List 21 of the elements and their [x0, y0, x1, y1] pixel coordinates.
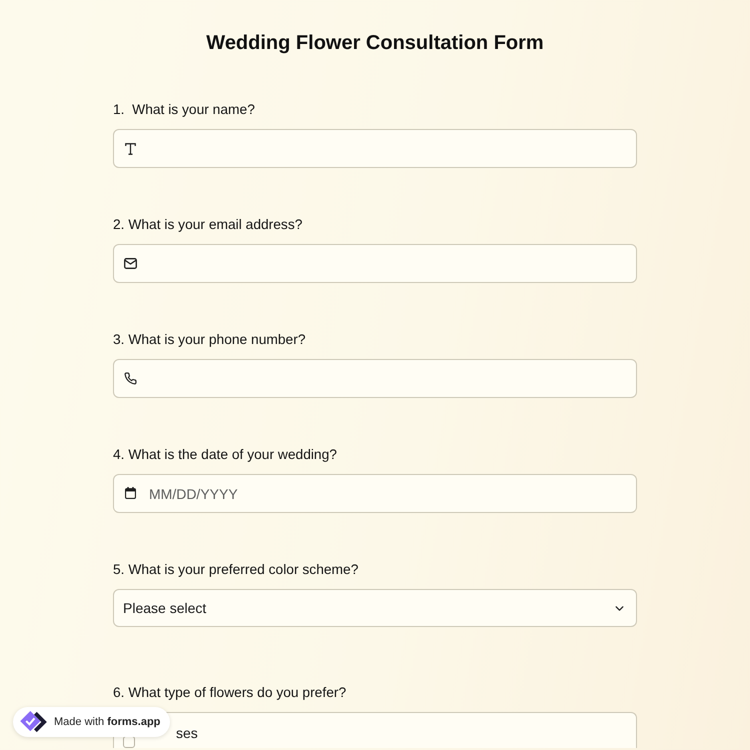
envelope-icon	[124, 258, 137, 269]
dropdown[interactable]: Please select	[113, 589, 637, 627]
input-field[interactable]: MM/DD/YYYY	[113, 474, 637, 513]
option-label[interactable]: ses	[176, 725, 198, 742]
question-label: 4. What is the date of your wedding?	[113, 446, 338, 464]
made-with-badge[interactable]: Made with forms.app	[13, 707, 170, 737]
question-label: 3. What is your phone number?	[113, 331, 306, 349]
input-field[interactable]	[113, 244, 637, 283]
question-label: 2. What is your email address?	[113, 216, 304, 234]
phone-icon	[124, 372, 137, 385]
text-type-icon	[125, 143, 136, 155]
question-label: 1. What is your name?	[113, 101, 256, 119]
checkbox[interactable]	[123, 736, 135, 748]
diamond-logo-icon	[20, 711, 48, 733]
question-label: 6. What type of flowers do you prefer?	[113, 684, 348, 702]
input-field[interactable]	[113, 359, 637, 398]
input-field[interactable]	[113, 129, 637, 168]
form-title: Wedding Flower Consultation Form	[205, 31, 545, 56]
chevron-down-icon	[615, 606, 624, 610]
question-label: 5. What is your preferred color scheme?	[113, 561, 360, 579]
calendar-icon	[125, 487, 136, 499]
